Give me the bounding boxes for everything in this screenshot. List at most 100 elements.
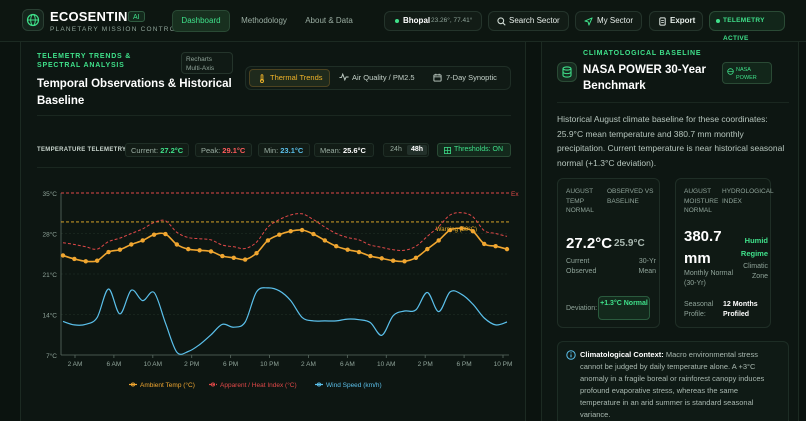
x-tick-label: 6 PM <box>223 361 238 368</box>
my-sector-button[interactable]: My Sector <box>575 11 642 31</box>
moisture-normal-card: AUGUST MOISTURE NORMAL HYDROLOGICAL INDE… <box>675 178 773 328</box>
climatological-context-note: Climatological Context: Macro environmen… <box>557 341 789 421</box>
location-dot-icon <box>395 19 399 23</box>
data-point <box>254 250 259 256</box>
nav-dashboard[interactable]: Dashboard <box>172 10 230 32</box>
data-point <box>356 249 362 255</box>
current-observed-label: Current Observed <box>566 258 597 275</box>
data-point <box>140 238 145 243</box>
baseline-description: Historical August climate baseline for t… <box>557 114 785 168</box>
divider <box>557 102 789 103</box>
climatic-zone-label: Climatic Zone <box>743 263 768 280</box>
data-point <box>94 258 100 263</box>
thirty-year-mean-value: 25.9°C <box>614 238 645 249</box>
series-line-2 <box>62 287 508 355</box>
nav-methodology[interactable]: Methodology <box>233 10 295 32</box>
x-tick-label: 2 AM <box>301 361 316 368</box>
globe-icon <box>727 68 734 75</box>
current-observed-value: 27.2°C <box>566 235 613 252</box>
search-sector-button[interactable]: Search Sector <box>488 11 569 31</box>
nav-about-data[interactable]: About & Data <box>298 10 360 32</box>
stat-current-value: 27.2°C <box>160 146 184 155</box>
x-tick-label: 6 AM <box>340 361 355 368</box>
moisture-normal-value: 380.7 mm <box>684 228 722 267</box>
range-24h[interactable]: 24h <box>386 145 406 155</box>
thresholds-label: Thresholds: ON <box>454 146 504 153</box>
stat-mean-value: 25.6°C <box>342 146 366 155</box>
monthly-normal-label: Monthly Normal (30-Yr) <box>684 270 734 287</box>
badge-label: NASA POWER <box>736 67 757 81</box>
legend-label: Wind Speed (km/h) <box>326 382 382 389</box>
legend-label: Ambient Temp (°C) <box>140 381 195 389</box>
stat-label: Min: <box>264 146 279 155</box>
telemetry-panel: TELEMETRY TRENDS & SPECTRAL ANALYSIS Rec… <box>20 42 526 421</box>
baseline-title: NASA POWER 30-Year Benchmark <box>583 64 706 92</box>
tab-thermal-trends[interactable]: Thermal Trends <box>249 69 330 87</box>
tab-7-day-synoptic[interactable]: 7-Day Synoptic <box>431 69 509 87</box>
context-body: Macro environmental stress cannot be jud… <box>580 350 765 419</box>
stat-peak: Peak: 29.1°C <box>195 143 252 157</box>
data-point <box>83 259 88 264</box>
context-text: Climatological Context: Macro environmen… <box>580 349 780 421</box>
document-icon <box>659 17 666 26</box>
data-point <box>413 255 419 260</box>
data-point <box>288 228 293 234</box>
data-point <box>231 255 236 260</box>
stat-min: Min: 23.1°C <box>258 143 310 157</box>
app-subtitle: PLANETARY MISSION CONTROL <box>50 26 181 33</box>
x-tick-label: 6 AM <box>107 361 122 368</box>
range-48h[interactable]: 48h <box>407 145 427 155</box>
x-tick-label: 10 PM <box>260 361 279 368</box>
tab-label: 7-Day Synoptic <box>446 73 497 82</box>
deviation-badge: +1.3°C Normal <box>598 296 650 320</box>
y-tick-label: 28°C <box>42 231 57 239</box>
x-tick-label: 6 PM <box>457 361 472 368</box>
legend-item: Ambient Temp (°C) <box>129 381 195 389</box>
data-point <box>322 238 328 243</box>
card-header: OBSERVED VS BASELINE <box>607 188 654 205</box>
x-tick-label: 2 AM <box>68 361 83 368</box>
data-point <box>402 259 407 264</box>
data-point <box>299 227 305 233</box>
range-toggle: 24h 48h <box>383 143 429 157</box>
data-point <box>311 231 316 237</box>
data-point <box>345 247 350 252</box>
card-header: AUGUST TEMP NORMAL <box>566 188 594 214</box>
thresholds-toggle[interactable]: Thresholds: ON <box>437 143 511 157</box>
nasa-power-badge: NASA POWER <box>722 62 772 84</box>
y-tick-label: 7°C <box>46 352 57 360</box>
x-tick-label: 2 PM <box>184 361 199 368</box>
stat-label: Peak: <box>201 146 221 155</box>
search-sector-label: Search Sector <box>509 16 560 25</box>
data-point <box>106 249 111 255</box>
data-point <box>60 253 66 258</box>
globe-logo-icon[interactable] <box>22 9 44 31</box>
chart-lib-tag: Recharts Multi-Axis <box>181 52 233 74</box>
export-button[interactable]: Export <box>649 11 703 31</box>
status-dot-icon <box>716 19 720 23</box>
data-point <box>379 256 384 261</box>
x-tick-label: 10 AM <box>377 361 395 368</box>
chart-tabs: Thermal Trends Air Quality / PM2.5 7-Day… <box>245 66 511 90</box>
context-title: Climatological Context: <box>580 350 664 359</box>
data-point <box>151 232 157 237</box>
x-tick-label: 10 AM <box>144 361 162 368</box>
legend-item: Wind Speed (km/h) <box>315 382 382 389</box>
data-point <box>504 246 510 252</box>
deviation-label: Deviation: <box>566 305 598 312</box>
location-selector[interactable]: Bhopal 23.26°, 77.41° <box>384 11 482 31</box>
data-point <box>470 228 476 234</box>
card-header: AUGUST MOISTURE NORMAL <box>684 188 719 214</box>
y-tick-label: 35°C <box>42 190 57 198</box>
stat-label: Mean: <box>320 146 341 155</box>
data-point <box>277 232 282 237</box>
data-point <box>174 242 180 247</box>
divider <box>37 167 511 168</box>
tab-air-quality[interactable]: Air Quality / PM2.5 <box>336 69 426 87</box>
y-tick-label: 14°C <box>42 312 57 320</box>
grid-icon <box>444 147 451 154</box>
panel-title: Temporal Observations & Historical Basel… <box>37 78 232 107</box>
data-point <box>493 244 498 249</box>
tab-label: Thermal Trends <box>270 73 323 82</box>
stat-label: Current: <box>131 146 159 155</box>
